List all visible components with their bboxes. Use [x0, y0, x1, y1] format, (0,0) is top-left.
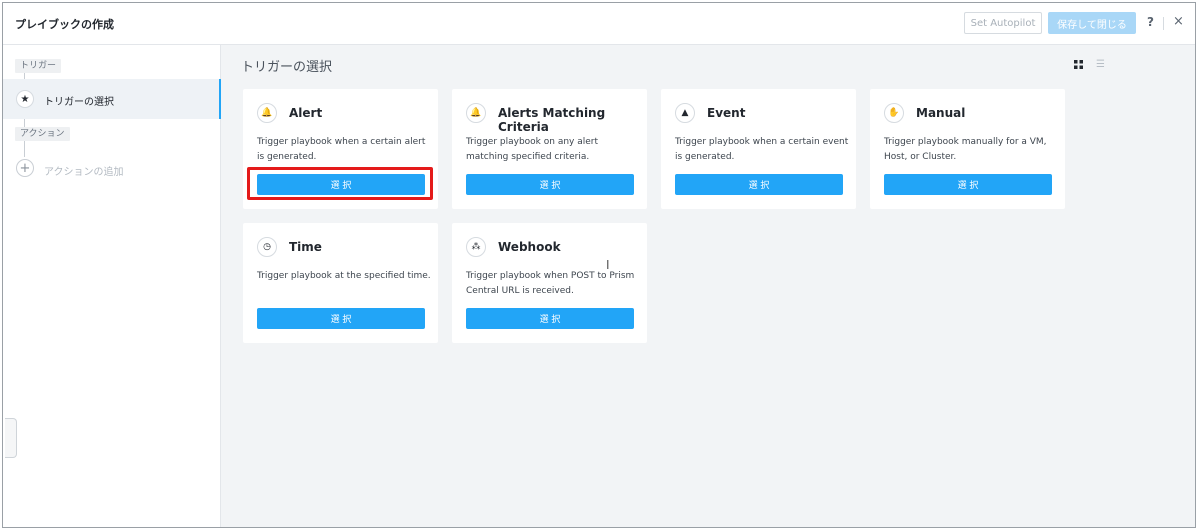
trigger-card-event: ▲ Event Trigger playbook when a certain …	[661, 89, 856, 209]
step-trigger-select[interactable]: ★ トリガーの選択	[3, 79, 221, 119]
sidebar-resize-handle[interactable]	[5, 418, 17, 458]
workflow-sidebar: トリガー ★ トリガーの選択 アクション + アクションの追加	[3, 45, 221, 527]
trigger-card-manual: ✋ Manual Trigger playbook manually for a…	[870, 89, 1065, 209]
card-description: Trigger playbook on any alert matching s…	[466, 137, 599, 162]
select-button[interactable]: 選 択	[466, 308, 634, 329]
select-button[interactable]: 選 択	[257, 308, 425, 329]
trigger-selection-panel: トリガーの選択 ☰ 🔔 Alert Trigger playbook when …	[221, 45, 1195, 527]
action-section-tag: アクション	[15, 127, 70, 141]
star-icon: ★	[16, 90, 34, 108]
card-description: Trigger playbook manually for a VM, Host…	[884, 137, 1047, 162]
text-cursor-icon: I	[606, 258, 610, 272]
card-title: Time	[289, 240, 322, 254]
dialog-window: プレイブックの作成 Set Autopilot 保存して閉じる ? × トリガー…	[2, 2, 1196, 528]
card-title: Manual	[916, 106, 966, 120]
select-button[interactable]: 選 択	[466, 174, 634, 195]
add-action-label[interactable]: アクションの追加	[44, 163, 124, 178]
list-view-icon[interactable]: ☰	[1096, 59, 1105, 70]
trigger-card-webhook: ⁂ Webhook Trigger playbook when POST to …	[452, 223, 647, 343]
bell-icon: 🔔	[257, 103, 277, 123]
dialog-title: プレイブックの作成	[15, 18, 114, 31]
trigger-card-time: ◷ Time Trigger playbook at the specified…	[243, 223, 438, 343]
select-button[interactable]: 選 択	[675, 174, 843, 195]
save-and-close-button[interactable]: 保存して閉じる	[1048, 12, 1136, 34]
help-icon[interactable]: ?	[1147, 15, 1154, 29]
close-icon[interactable]: ×	[1173, 14, 1184, 29]
highlight-box	[247, 167, 433, 200]
trigger-section-tag: トリガー	[15, 59, 62, 73]
card-title: Event	[707, 106, 746, 120]
connector-line	[24, 141, 25, 157]
webhook-icon: ⁂	[466, 237, 486, 257]
card-title: Webhook	[498, 240, 561, 254]
card-description: Trigger playbook when a certain event is…	[675, 137, 849, 162]
grid-view-icon[interactable]	[1074, 60, 1083, 69]
clock-icon: ◷	[257, 237, 277, 257]
trigger-card-alerts-matching-criteria: 🔔 Alerts Matching Criteria Trigger playb…	[452, 89, 647, 209]
card-title: Alerts Matching Criteria	[498, 106, 606, 134]
header-divider	[1163, 17, 1164, 30]
step-trigger-label: トリガーの選択	[44, 97, 114, 108]
bell-icon: 🔔	[466, 103, 486, 123]
set-autopilot-button[interactable]: Set Autopilot	[964, 12, 1042, 34]
dialog-header: プレイブックの作成 Set Autopilot 保存して閉じる ? ×	[3, 3, 1195, 45]
card-title: Alert	[289, 106, 323, 120]
card-description: Trigger playbook when POST to Prism Cent…	[466, 271, 635, 296]
card-description: Trigger playbook at the specified time.	[257, 271, 431, 281]
connector-line	[24, 119, 25, 127]
select-button[interactable]: 選 択	[884, 174, 1052, 195]
card-description: Trigger playbook when a certain alert is…	[257, 137, 426, 162]
add-action-icon[interactable]: +	[16, 159, 34, 177]
triangle-icon: ▲	[675, 103, 695, 123]
page-title: トリガーの選択	[241, 60, 333, 75]
hand-icon: ✋	[884, 103, 904, 123]
